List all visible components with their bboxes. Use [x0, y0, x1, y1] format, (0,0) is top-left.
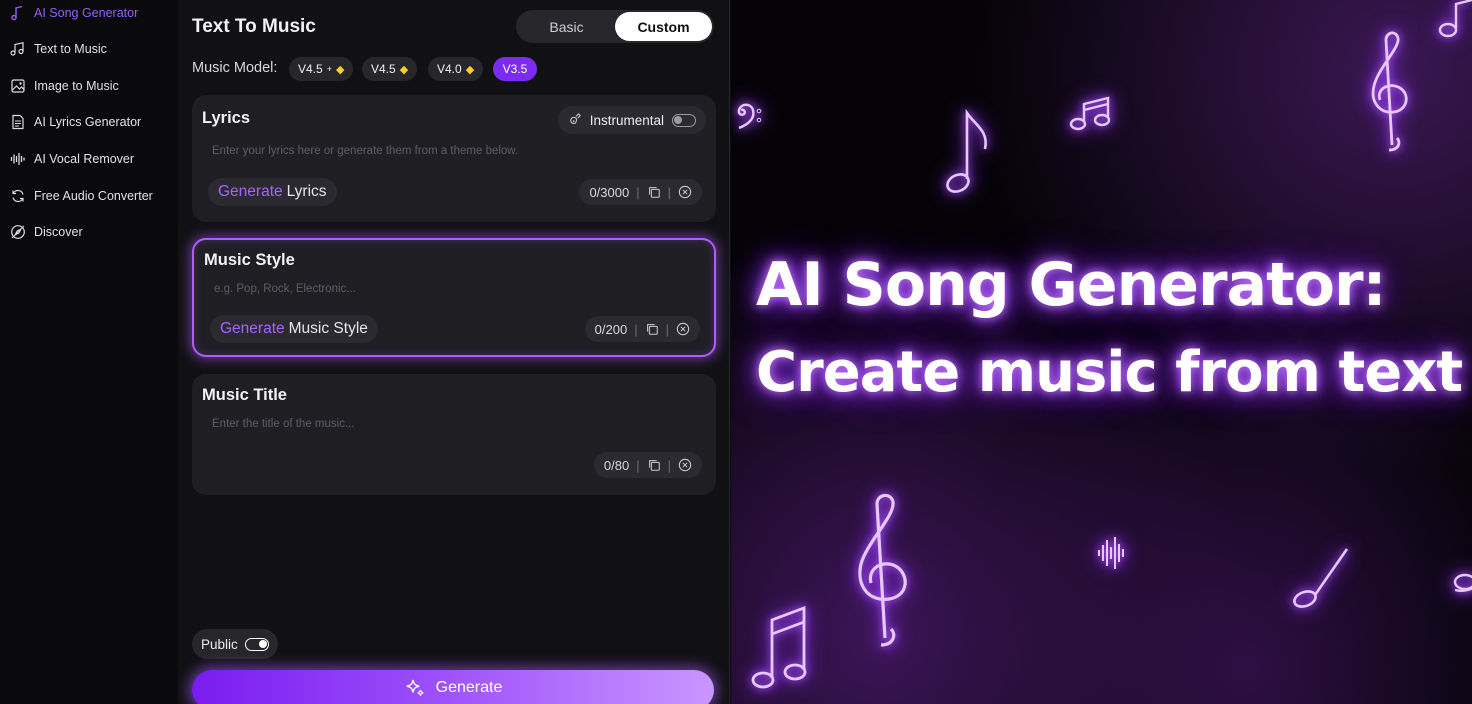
music-title-heading: Music Title — [202, 386, 287, 404]
music-note-icon — [10, 5, 26, 21]
hero-banner: AI Song Generator: Create music from tex… — [731, 0, 1472, 704]
sidebar-item-label: Free Audio Converter — [34, 189, 153, 203]
model-chip-label: V4.0 — [437, 62, 462, 76]
clear-icon[interactable] — [676, 322, 690, 336]
sidebar: AI Song Generator Text to Music Image to… — [0, 0, 178, 704]
diamond-icon: ◆ — [399, 63, 409, 76]
music-note-icon — [1293, 548, 1349, 608]
sparkle-icon — [404, 677, 426, 699]
copy-icon[interactable] — [645, 322, 659, 336]
music-note-corner-icon — [1438, 0, 1472, 38]
model-chip-v4-5-plus[interactable]: V4.5 + ◆ — [289, 57, 354, 81]
hero-headline: AI Song Generator: — [756, 250, 1387, 320]
music-model-label: Music Model: — [192, 60, 278, 76]
model-chip-suffix: + — [326, 64, 332, 74]
public-toggle[interactable] — [244, 637, 269, 651]
music-note-edge-icon — [1453, 573, 1472, 592]
treble-clef-icon — [1371, 31, 1408, 152]
sidebar-item-label: Discover — [34, 225, 83, 239]
sidebar-item-label: Image to Music — [34, 79, 119, 93]
treble-clef-icon — [858, 493, 907, 647]
music-notes-icon — [10, 41, 26, 57]
sidebar-item-label: AI Song Generator — [34, 6, 139, 20]
music-title-counter: 0/80 | | — [593, 452, 702, 478]
sidebar-item-ai-song-generator[interactable]: AI Song Generator — [0, 0, 178, 31]
waveform-icon — [10, 151, 26, 167]
copy-icon[interactable] — [647, 458, 661, 472]
instrumental-label: Instrumental — [589, 112, 664, 128]
sidebar-item-text-to-music[interactable]: Text to Music — [0, 31, 178, 67]
clear-icon[interactable] — [678, 458, 692, 472]
mode-toggle: Basic Custom — [516, 10, 714, 43]
lyrics-input[interactable]: Enter your lyrics here or generate them … — [212, 145, 518, 157]
convert-icon — [10, 188, 26, 204]
copy-icon[interactable] — [647, 185, 661, 199]
eighth-note-icon — [946, 108, 987, 193]
model-chip-v4-5[interactable]: V4.5 ◆ — [362, 57, 418, 81]
generate-music-style-button[interactable]: Generate Music Style — [210, 315, 378, 343]
lyrics-counter: 0/3000 | | — [579, 179, 702, 205]
text-to-music-panel: Text To Music Basic Custom Music Model: … — [178, 0, 730, 704]
beamed-notes-icon — [1069, 96, 1111, 131]
music-title-input[interactable]: Enter the title of the music... — [212, 418, 355, 430]
generate-button-label: Generate — [435, 679, 503, 696]
model-chip-v3-5[interactable]: V3.5 — [493, 57, 537, 81]
sidebar-item-label: Text to Music — [34, 42, 107, 56]
document-icon — [10, 114, 26, 130]
sidebar-item-free-audio-converter[interactable]: Free Audio Converter — [0, 178, 178, 214]
music-style-card: Music Style e.g. Pop, Rock, Electronic..… — [192, 238, 716, 357]
sidebar-item-ai-lyrics-generator[interactable]: AI Lyrics Generator — [0, 104, 178, 140]
generate-style-label: Music Style — [288, 320, 368, 337]
music-style-input[interactable]: e.g. Pop, Rock, Electronic... — [214, 283, 356, 295]
diamond-icon: ◆ — [335, 63, 345, 76]
sidebar-item-discover[interactable]: Discover — [0, 214, 178, 250]
compass-icon — [10, 224, 26, 240]
public-label: Public — [201, 636, 238, 652]
model-chip-label: V4.5 — [298, 62, 323, 76]
hero-subheadline: Create music from text — [756, 340, 1463, 405]
diamond-icon: ◆ — [465, 63, 475, 76]
style-char-count: 0/200 — [594, 321, 628, 337]
music-style-title: Music Style — [204, 251, 295, 269]
page-title: Text To Music — [192, 16, 316, 37]
title-char-count: 0/80 — [603, 457, 630, 473]
model-chip-label: V3.5 — [502, 62, 528, 76]
generate-button[interactable]: Generate — [192, 670, 714, 704]
clear-icon[interactable] — [678, 185, 692, 199]
music-style-counter: 0/200 | | — [584, 316, 700, 342]
model-chip-label: V4.5 — [371, 62, 396, 76]
waveform-icon — [1098, 537, 1124, 569]
image-icon — [10, 78, 26, 94]
sidebar-item-label: AI Lyrics Generator — [34, 115, 142, 129]
instrumental-toggle[interactable] — [672, 113, 696, 127]
music-title-card: Music Title Enter the title of the music… — [192, 374, 716, 495]
generate-lyrics-label: Lyrics — [286, 183, 327, 200]
bass-clef-icon — [737, 103, 762, 130]
model-chip-v4-0[interactable]: V4.0 ◆ — [428, 57, 484, 81]
basic-mode-button[interactable]: Basic — [518, 12, 615, 41]
sidebar-item-image-to-music[interactable]: Image to Music — [0, 68, 178, 104]
custom-mode-button[interactable]: Custom — [615, 12, 712, 41]
generate-lyrics-accent: Generate — [218, 183, 283, 200]
sidebar-item-ai-vocal-remover[interactable]: AI Vocal Remover — [0, 141, 178, 177]
lyrics-title: Lyrics — [202, 109, 251, 127]
guitar-icon — [568, 113, 582, 127]
sidebar-item-label: AI Vocal Remover — [34, 152, 135, 166]
generate-style-accent: Generate — [220, 320, 285, 337]
beamed-notes-icon — [751, 605, 807, 689]
public-toggle-group: Public — [192, 629, 278, 659]
lyrics-card: Lyrics Instrumental Enter your lyrics he… — [192, 95, 716, 222]
lyrics-char-count: 0/3000 — [589, 184, 630, 200]
instrumental-toggle-group: Instrumental — [557, 106, 706, 134]
generate-lyrics-button[interactable]: Generate Lyrics — [208, 178, 337, 206]
